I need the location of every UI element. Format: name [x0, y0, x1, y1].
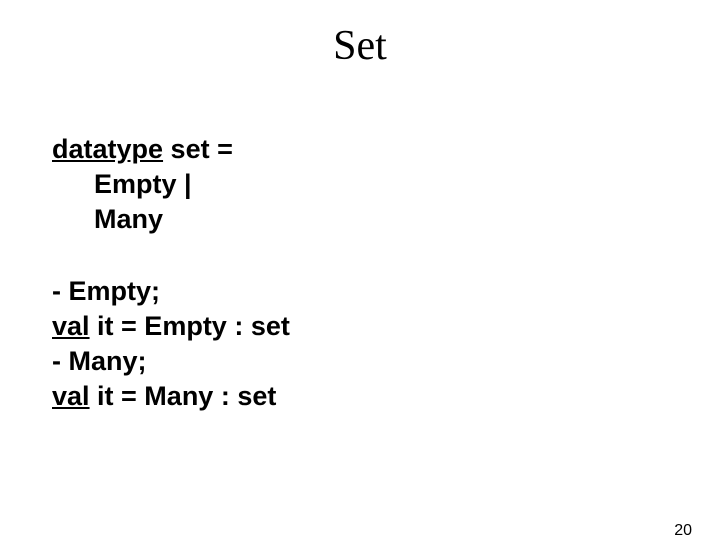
slide: Set datatype set = Empty | Many - Empty;… [0, 22, 720, 540]
repl-output: - Empty; val it = Empty : set - Many; va… [52, 274, 290, 414]
slide-title: Set [0, 22, 720, 70]
code-line: val it = Many : set [52, 379, 290, 414]
code-line: datatype set = [52, 132, 233, 167]
page-number: 20 [674, 522, 692, 540]
code-text: set = [163, 134, 233, 164]
code-line: val it = Empty : set [52, 309, 290, 344]
datatype-declaration: datatype set = Empty | Many [52, 132, 233, 237]
code-line: - Many; [52, 344, 290, 379]
keyword-datatype: datatype [52, 134, 163, 164]
code-line: Many [52, 202, 233, 237]
code-line: - Empty; [52, 274, 290, 309]
keyword-val: val [52, 381, 90, 411]
code-text: it = Empty : set [90, 311, 290, 341]
code-text: it = Many : set [90, 381, 277, 411]
keyword-val: val [52, 311, 90, 341]
code-line: Empty | [52, 167, 233, 202]
